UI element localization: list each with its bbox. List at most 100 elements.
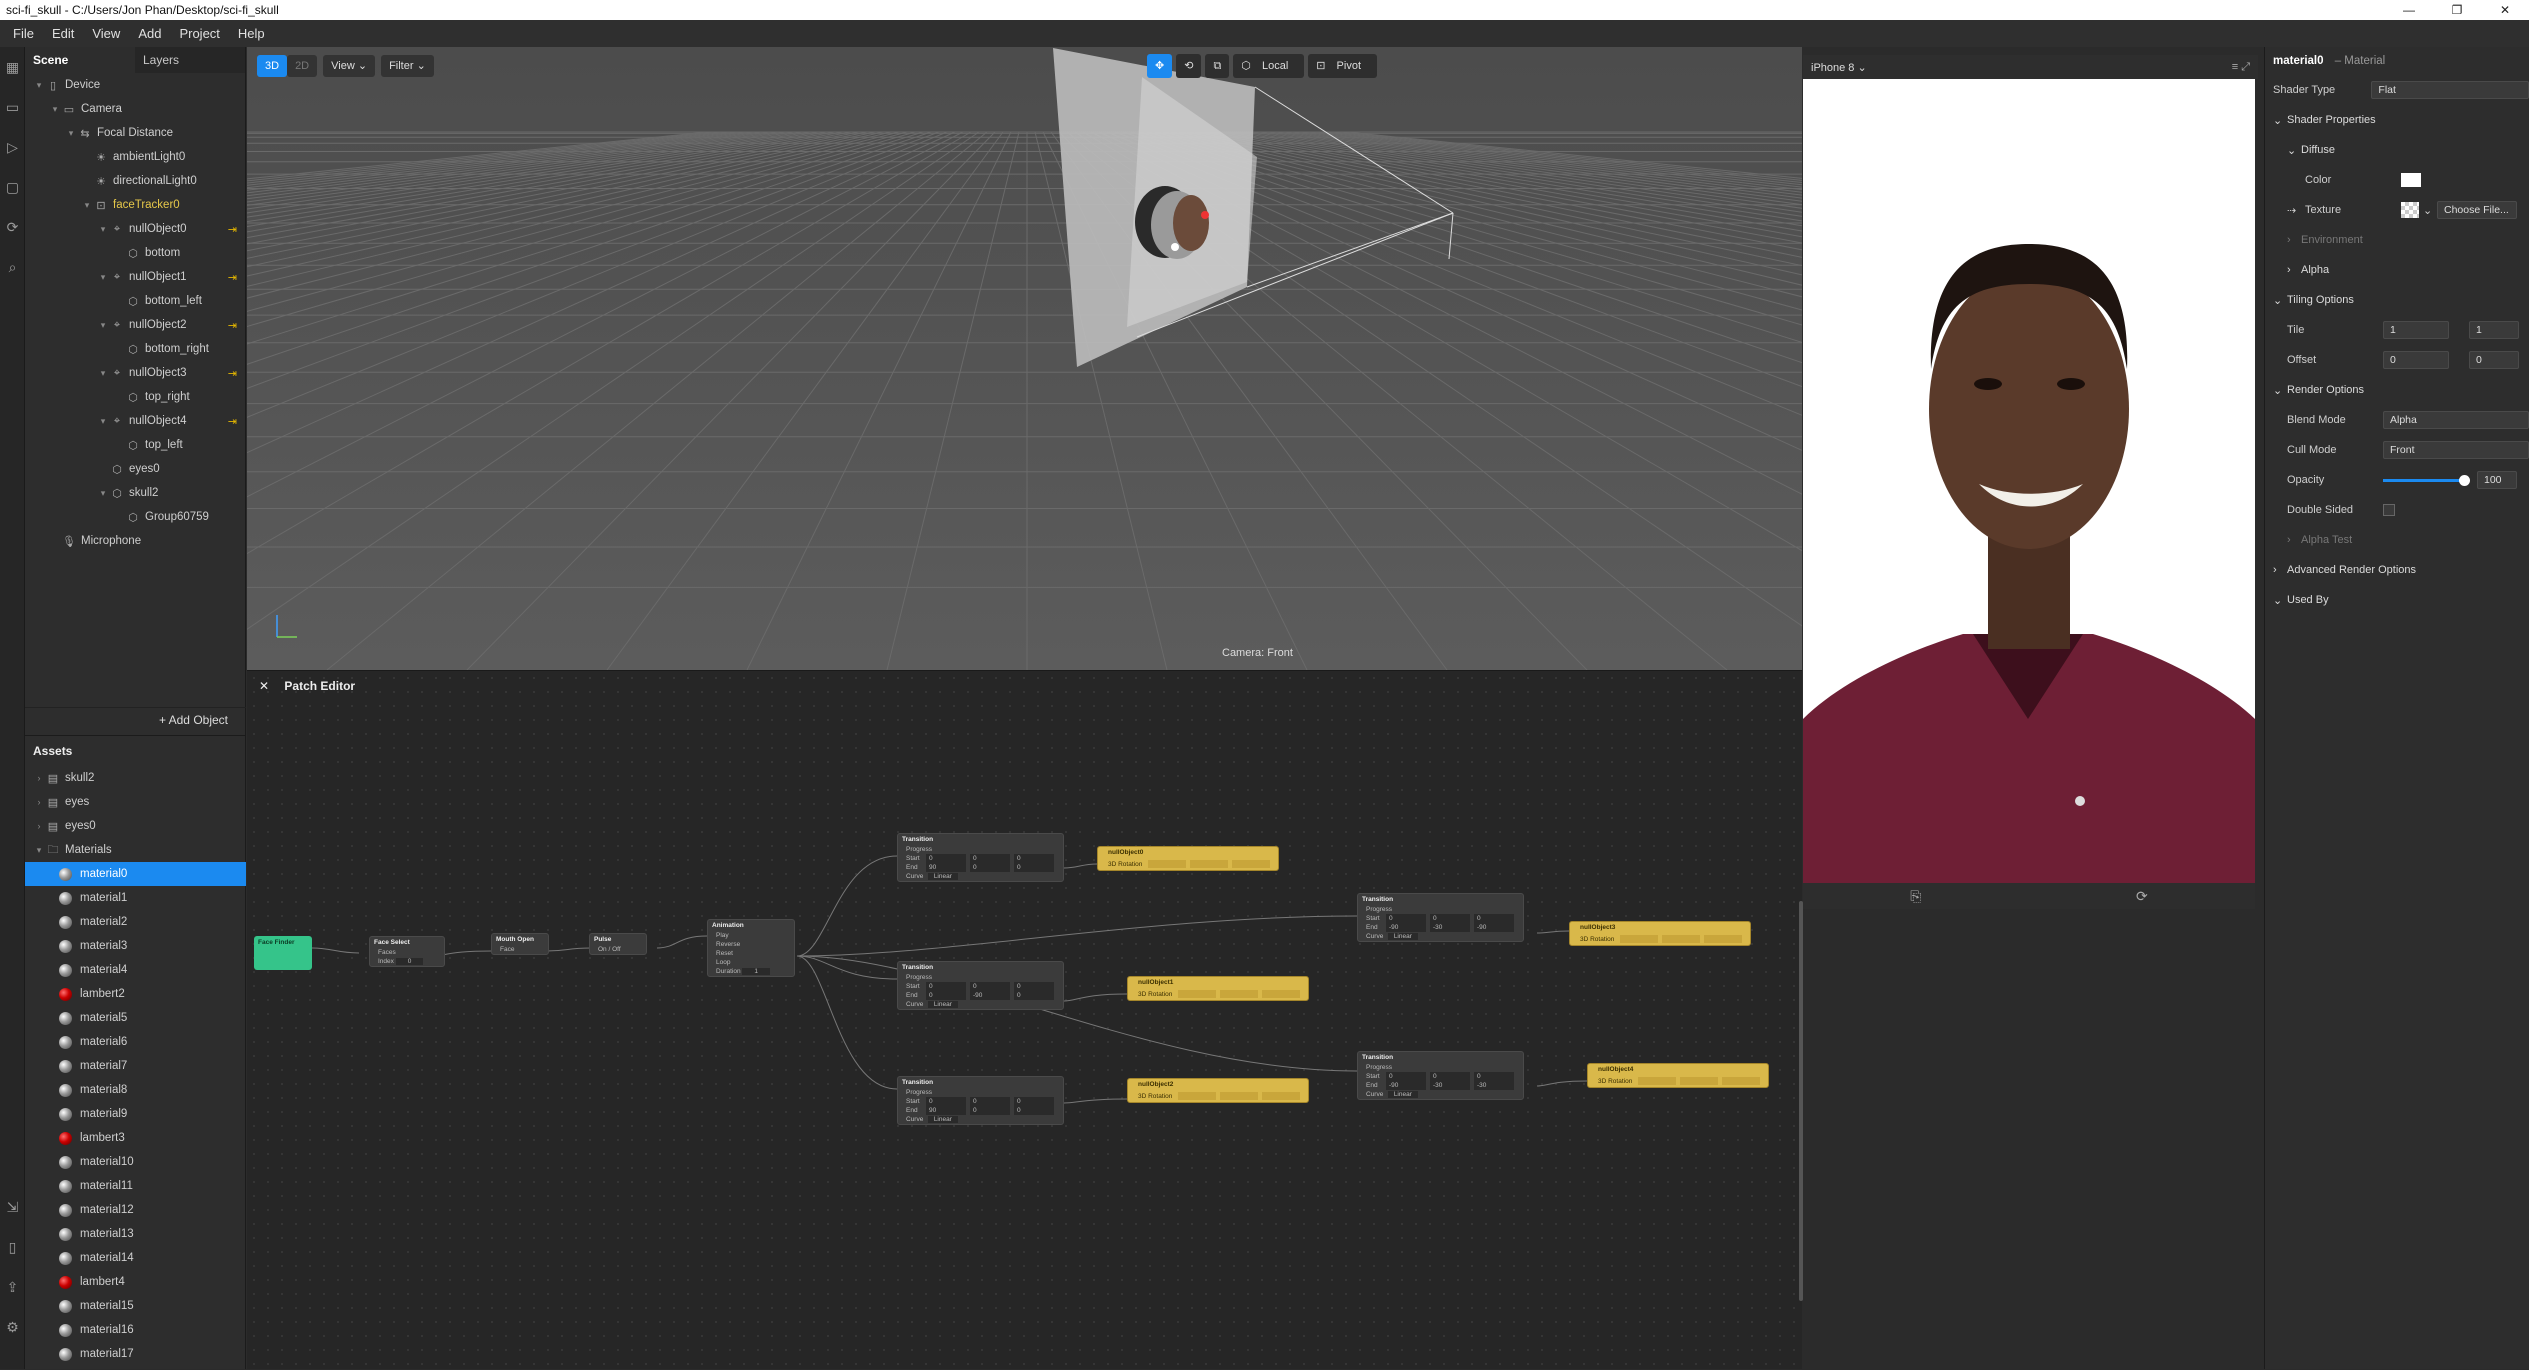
vector-input[interactable]: 0	[970, 982, 1010, 991]
material-item[interactable]: material17	[25, 1342, 246, 1366]
vector-input[interactable]: 0	[1014, 1097, 1054, 1106]
vector-input[interactable]	[1680, 1077, 1718, 1086]
scene-tree-item[interactable]: ⬡ top_right	[25, 385, 245, 409]
transition-patch[interactable]: Transition Progress Start 0 0 0 End -90 -30 -30 Cu…	[1357, 1051, 1524, 1100]
scene-tree-item[interactable]: ⬡ bottom	[25, 241, 245, 265]
render-options-section[interactable]: Render Options	[2287, 384, 2364, 396]
vector-input[interactable]	[1262, 990, 1300, 999]
vector-input[interactable]	[1220, 1092, 1258, 1101]
material-item[interactable]: material5	[25, 1006, 246, 1030]
curve-select[interactable]: Linear	[927, 873, 958, 880]
vector-input[interactable]: 0	[1386, 914, 1426, 923]
curve-select[interactable]: Linear	[927, 1116, 958, 1123]
vector-input[interactable]: 90	[926, 863, 966, 872]
vector-input[interactable]: 0	[970, 863, 1010, 872]
minimize-button[interactable]: —	[2385, 0, 2433, 20]
vector-input[interactable]	[1662, 935, 1700, 944]
offset-y-input[interactable]: 0	[2469, 351, 2519, 369]
environment-section[interactable]: Environment	[2301, 234, 2363, 246]
vector-input[interactable]: 0	[1430, 914, 1470, 923]
vector-input[interactable]	[1220, 990, 1258, 999]
asset-folder[interactable]: › ▤ skull2	[25, 766, 246, 790]
scene-tree-item[interactable]: ⬡ bottom_right	[25, 337, 245, 361]
vector-input[interactable]: 0	[926, 854, 966, 863]
vector-input[interactable]	[1262, 1092, 1300, 1101]
chevron-right-icon[interactable]: ›	[2287, 534, 2301, 546]
port-value[interactable]: 1	[742, 968, 771, 975]
advanced-render-section[interactable]: Advanced Render Options	[2287, 564, 2416, 576]
view-dropdown[interactable]: View ⌄	[323, 55, 376, 77]
phone-icon[interactable]: ▯	[0, 1227, 25, 1267]
asset-folder[interactable]: ▾ 🗀 Materials	[25, 838, 246, 862]
device-select[interactable]: iPhone 8 ⌄	[1811, 61, 1867, 74]
scene-tree-item[interactable]: ▾ ⊡ faceTracker0	[25, 193, 245, 217]
vector-input[interactable]: 0	[970, 1106, 1010, 1115]
chevron-right-icon[interactable]: ›	[2287, 264, 2301, 276]
vector-input[interactable]: 0	[1014, 982, 1054, 991]
vector-input[interactable]	[1638, 1077, 1676, 1086]
vector-input[interactable]	[1178, 990, 1216, 999]
chevron-down-icon[interactable]: ⌄	[2273, 384, 2287, 397]
material-item[interactable]: lambert3	[25, 1126, 246, 1150]
view-3d-button[interactable]: 3D	[257, 55, 288, 77]
expand-arrow-icon[interactable]: ›	[33, 773, 45, 783]
diffuse-section[interactable]: Diffuse	[2301, 144, 2335, 156]
refresh-icon[interactable]: ⟳	[0, 207, 25, 247]
local-toggle[interactable]: ⬡ Local	[1233, 54, 1305, 78]
add-object-button[interactable]: + Add Object	[25, 707, 246, 731]
scene-tree-item[interactable]: ⬡ Group60759	[25, 505, 245, 529]
scene-tree-item[interactable]: 🎙 Microphone	[25, 529, 245, 553]
asset-folder[interactable]: › ▤ eyes0	[25, 814, 246, 838]
rotate-device-icon[interactable]: ⟳	[2136, 888, 2148, 905]
move-tool-icon[interactable]: ✥	[1147, 54, 1173, 78]
expand-arrow-icon[interactable]: ▾	[97, 416, 109, 427]
shader-properties-section[interactable]: Shader Properties	[2287, 114, 2376, 126]
expand-arrow-icon[interactable]: ▾	[97, 320, 109, 331]
double-sided-checkbox[interactable]	[2383, 504, 2395, 516]
material-item[interactable]: lambert4	[25, 1270, 246, 1294]
camera-switch-icon[interactable]: ⎘	[1910, 888, 1921, 905]
pivot-toggle[interactable]: ⊡ Pivot	[1308, 54, 1378, 78]
vector-input[interactable]: 0	[926, 982, 966, 991]
scene-tree-item[interactable]: ☀ ambientLight0	[25, 145, 245, 169]
material-item[interactable]: material3	[25, 934, 246, 958]
scene-tree-item[interactable]: ⬡ eyes0	[25, 457, 245, 481]
material-item[interactable]: material0	[25, 862, 246, 886]
vector-input[interactable]: 0	[1014, 854, 1054, 863]
vector-input[interactable]: -90	[1386, 923, 1426, 932]
material-item[interactable]: material12	[25, 1198, 246, 1222]
scene-tree-item[interactable]: ☀ directionalLight0	[25, 169, 245, 193]
scene-tree-item[interactable]: ⬡ bottom_left	[25, 289, 245, 313]
face-select-patch[interactable]: Face Select Faces Index 0	[369, 936, 445, 967]
vector-input[interactable]	[1232, 860, 1270, 869]
blend-mode-select[interactable]: Alpha	[2383, 411, 2529, 429]
vector-input[interactable]	[1704, 935, 1742, 944]
asset-folder[interactable]: › ▤ eyes	[25, 790, 246, 814]
menu-file[interactable]: File	[4, 26, 43, 41]
null-object-patch[interactable]: nullObject0 3D Rotation	[1097, 846, 1279, 871]
vector-input[interactable]: -90	[1386, 1081, 1426, 1090]
expand-arrow-icon[interactable]: ▾	[97, 272, 109, 283]
alpha-section[interactable]: Alpha	[2301, 264, 2329, 276]
preview-menu-icon[interactable]: ≡ ⤢	[2232, 61, 2258, 74]
patch-link-icon[interactable]: ⇥	[228, 367, 237, 380]
vector-input[interactable]: 0	[1474, 914, 1514, 923]
expand-arrow-icon[interactable]: ▾	[97, 488, 109, 499]
material-item[interactable]: material11	[25, 1174, 246, 1198]
shader-type-select[interactable]: Flat	[2371, 81, 2529, 99]
vector-input[interactable]	[1190, 860, 1228, 869]
scene-tree-item[interactable]: ▾ ⌖ nullObject0 ⇥	[25, 217, 245, 241]
expand-arrow-icon[interactable]: ▾	[81, 200, 93, 211]
patch-scrollbar[interactable]	[1799, 901, 1803, 1301]
upload-icon[interactable]: ⇪	[0, 1267, 25, 1307]
expand-arrow-icon[interactable]: ▾	[97, 224, 109, 235]
restore-button[interactable]: ❐	[2433, 0, 2481, 20]
material-item[interactable]: material13	[25, 1222, 246, 1246]
offset-x-input[interactable]: 0	[2383, 351, 2449, 369]
menu-view[interactable]: View	[83, 26, 129, 41]
tile-y-input[interactable]: 1	[2469, 321, 2519, 339]
video-icon[interactable]: ▭	[0, 87, 25, 127]
filter-dropdown[interactable]: Filter ⌄	[381, 55, 434, 77]
port-value[interactable]: 0	[395, 958, 424, 965]
material-item[interactable]: lambert2	[25, 982, 246, 1006]
